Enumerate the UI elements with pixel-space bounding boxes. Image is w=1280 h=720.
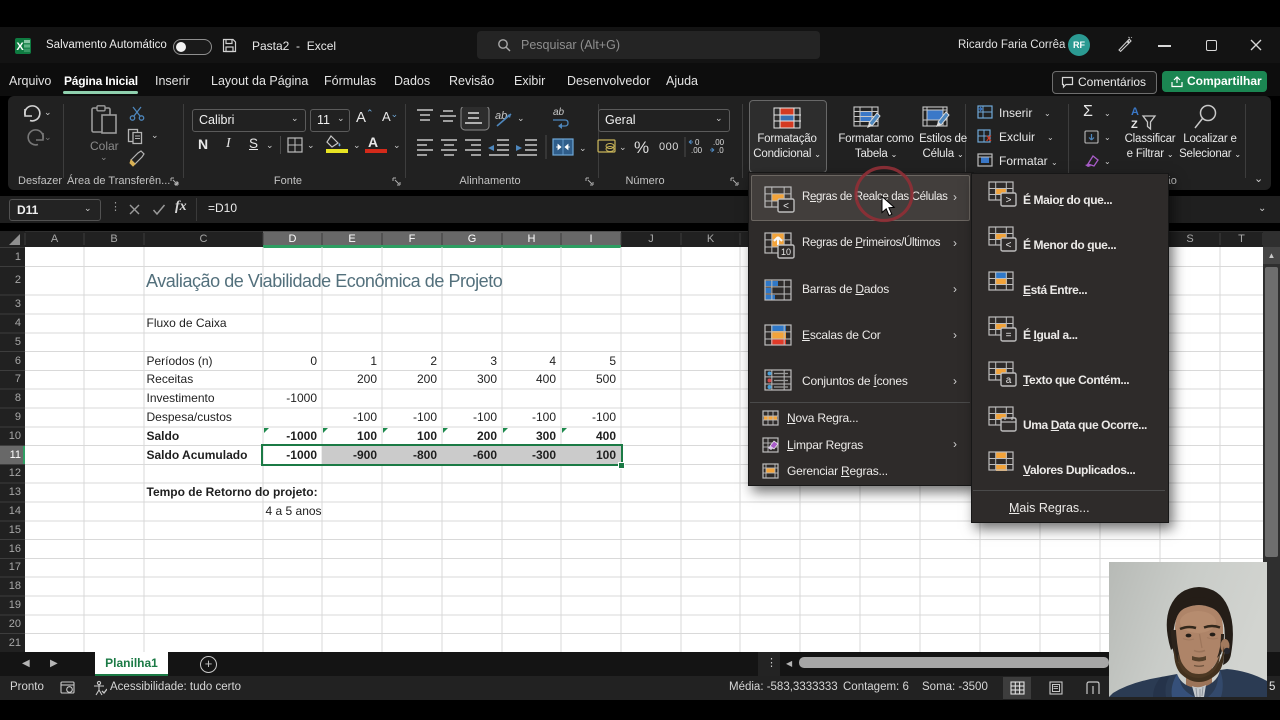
svg-text:.00: .00 — [691, 146, 703, 155]
svg-text:x: x — [986, 133, 992, 143]
svg-text:ab: ab — [553, 107, 565, 118]
svg-text:⌄: ⌄ — [579, 143, 587, 153]
svg-text:Z: Z — [1131, 119, 1138, 131]
svg-text:X: X — [16, 41, 24, 53]
svg-text:000: 000 — [659, 141, 679, 153]
svg-text:A: A — [1131, 106, 1139, 118]
svg-text:⌄: ⌄ — [619, 142, 627, 152]
svg-text:.0: .0 — [717, 146, 724, 155]
svg-text:ab: ab — [495, 110, 507, 122]
svg-text:%: % — [634, 138, 649, 157]
svg-text:⌄: ⌄ — [517, 113, 525, 123]
